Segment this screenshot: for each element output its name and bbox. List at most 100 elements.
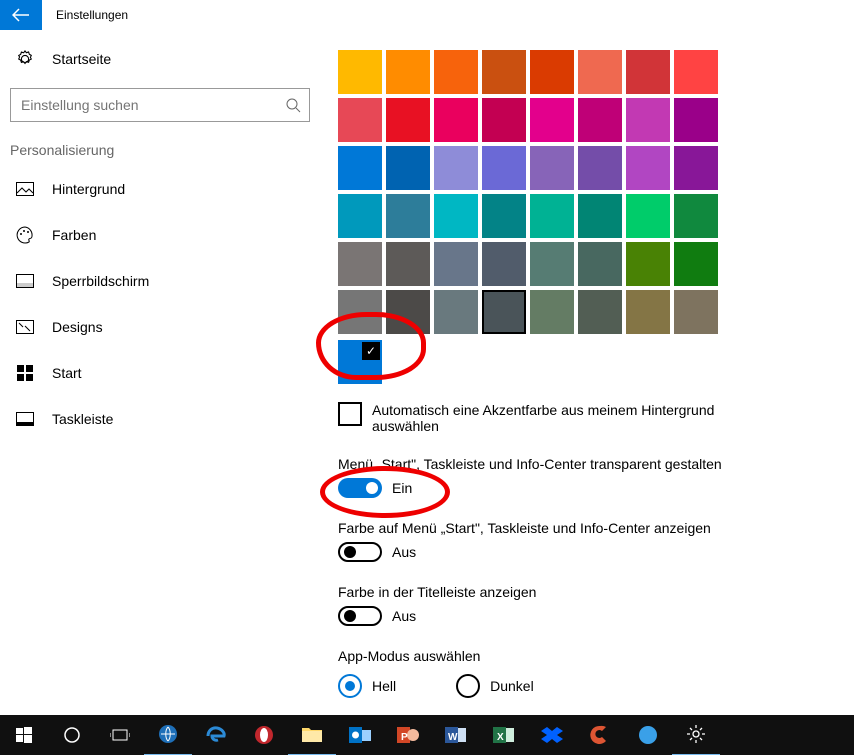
color-swatch[interactable]	[530, 194, 574, 238]
color-swatch[interactable]	[578, 146, 622, 190]
color-swatch[interactable]	[626, 146, 670, 190]
color-swatch[interactable]	[482, 50, 526, 94]
color-swatch[interactable]	[434, 50, 478, 94]
taskbar-app-ccleaner[interactable]	[576, 715, 624, 755]
taskbar-app-explorer[interactable]	[288, 714, 336, 755]
color-swatch[interactable]	[530, 98, 574, 142]
color-swatch[interactable]	[434, 146, 478, 190]
color-swatch[interactable]	[482, 290, 526, 334]
cortana-button[interactable]	[48, 715, 96, 755]
color-swatch[interactable]	[434, 290, 478, 334]
color-swatch[interactable]	[482, 242, 526, 286]
custom-color-swatch[interactable]: ✓	[338, 340, 382, 384]
taskbar-app-settings[interactable]	[672, 714, 720, 755]
color-swatch[interactable]	[626, 50, 670, 94]
color-swatch[interactable]	[386, 98, 430, 142]
sidebar-item-lockscreen[interactable]: Sperrbildschirm	[0, 258, 320, 304]
color-swatch[interactable]	[338, 194, 382, 238]
color-swatch[interactable]	[386, 146, 430, 190]
color-swatch[interactable]	[338, 50, 382, 94]
sidebar-item-taskbar[interactable]: Taskleiste	[0, 396, 320, 442]
taskbar-app-dropbox[interactable]	[528, 715, 576, 755]
color-swatch[interactable]	[674, 242, 718, 286]
color-swatch[interactable]	[626, 98, 670, 142]
taskbar-app-outlook[interactable]	[336, 715, 384, 755]
arrow-left-icon	[12, 8, 30, 22]
color-swatch[interactable]	[482, 146, 526, 190]
back-button[interactable]	[0, 0, 42, 30]
color-swatch[interactable]	[482, 98, 526, 142]
color-swatch[interactable]	[338, 290, 382, 334]
show-color-state: Aus	[392, 544, 416, 560]
color-swatch[interactable]	[338, 98, 382, 142]
sidebar-item-colors[interactable]: Farben	[0, 212, 320, 258]
color-swatch[interactable]	[578, 290, 622, 334]
taskbar[interactable]: P W X	[0, 715, 854, 755]
content-pane: ✓ Automatisch eine Akzentfarbe aus meine…	[320, 30, 854, 715]
color-swatch[interactable]	[674, 290, 718, 334]
color-swatch[interactable]	[386, 242, 430, 286]
window-title: Einstellungen	[42, 8, 128, 22]
app-mode-dark-radio[interactable]: Dunkel	[456, 674, 534, 698]
color-swatch[interactable]	[578, 194, 622, 238]
sidebar-item-label: Sperrbildschirm	[52, 273, 149, 289]
taskbar-app-browser[interactable]	[624, 715, 672, 755]
color-swatch[interactable]	[674, 194, 718, 238]
color-swatch[interactable]	[530, 242, 574, 286]
start-icon	[16, 364, 34, 382]
color-swatch[interactable]	[338, 146, 382, 190]
color-swatch[interactable]	[338, 242, 382, 286]
sidebar-item-background[interactable]: Hintergrund	[0, 166, 320, 212]
taskbar-app-opera[interactable]	[240, 715, 288, 755]
search-input[interactable]	[19, 96, 285, 114]
sidebar-item-start[interactable]: Start	[0, 350, 320, 396]
auto-accent-checkbox[interactable]	[338, 402, 362, 426]
taskview-button[interactable]	[96, 715, 144, 755]
color-swatch[interactable]	[578, 50, 622, 94]
color-swatch[interactable]	[626, 290, 670, 334]
color-swatch[interactable]	[578, 242, 622, 286]
svg-text:W: W	[448, 732, 458, 743]
transparency-state: Ein	[392, 480, 412, 496]
radio-label: Dunkel	[490, 678, 534, 694]
taskbar-app-powerpoint[interactable]: P	[384, 715, 432, 755]
app-mode-light-radio[interactable]: Hell	[338, 674, 396, 698]
picture-icon	[16, 180, 34, 198]
color-swatch[interactable]	[434, 242, 478, 286]
color-swatch[interactable]	[530, 290, 574, 334]
radio-label: Hell	[372, 678, 396, 694]
color-swatch[interactable]	[386, 194, 430, 238]
search-box[interactable]	[10, 88, 310, 122]
transparency-toggle[interactable]	[338, 478, 382, 498]
color-swatch[interactable]	[530, 146, 574, 190]
color-swatch[interactable]	[434, 194, 478, 238]
sidebar-item-themes[interactable]: Designs	[0, 304, 320, 350]
search-icon	[285, 97, 301, 113]
svg-text:X: X	[497, 732, 504, 743]
color-swatch[interactable]	[674, 146, 718, 190]
titlebar-color-label: Farbe in der Titelleiste anzeigen	[338, 584, 824, 600]
color-swatch[interactable]	[626, 242, 670, 286]
titlebar-color-toggle[interactable]	[338, 606, 382, 626]
taskbar-app-excel[interactable]: X	[480, 715, 528, 755]
color-swatch[interactable]	[674, 50, 718, 94]
color-swatch[interactable]	[530, 50, 574, 94]
color-swatch[interactable]	[626, 194, 670, 238]
taskbar-app-ie[interactable]	[144, 714, 192, 755]
home-label: Startseite	[52, 51, 111, 67]
color-swatch[interactable]	[482, 194, 526, 238]
color-swatch[interactable]	[386, 290, 430, 334]
color-swatch[interactable]	[578, 98, 622, 142]
color-swatch[interactable]	[674, 98, 718, 142]
category-header: Personalisierung	[0, 122, 320, 166]
taskbar-icon	[16, 410, 34, 428]
show-color-toggle[interactable]	[338, 542, 382, 562]
home-link[interactable]: Startseite	[0, 40, 320, 78]
sidebar-item-label: Farben	[52, 227, 96, 243]
sidebar: Startseite Personalisierung Hintergrund …	[0, 30, 320, 715]
color-swatch[interactable]	[434, 98, 478, 142]
color-swatch[interactable]	[386, 50, 430, 94]
taskbar-app-edge[interactable]	[192, 715, 240, 755]
taskbar-app-word[interactable]: W	[432, 715, 480, 755]
start-button[interactable]	[0, 715, 48, 755]
